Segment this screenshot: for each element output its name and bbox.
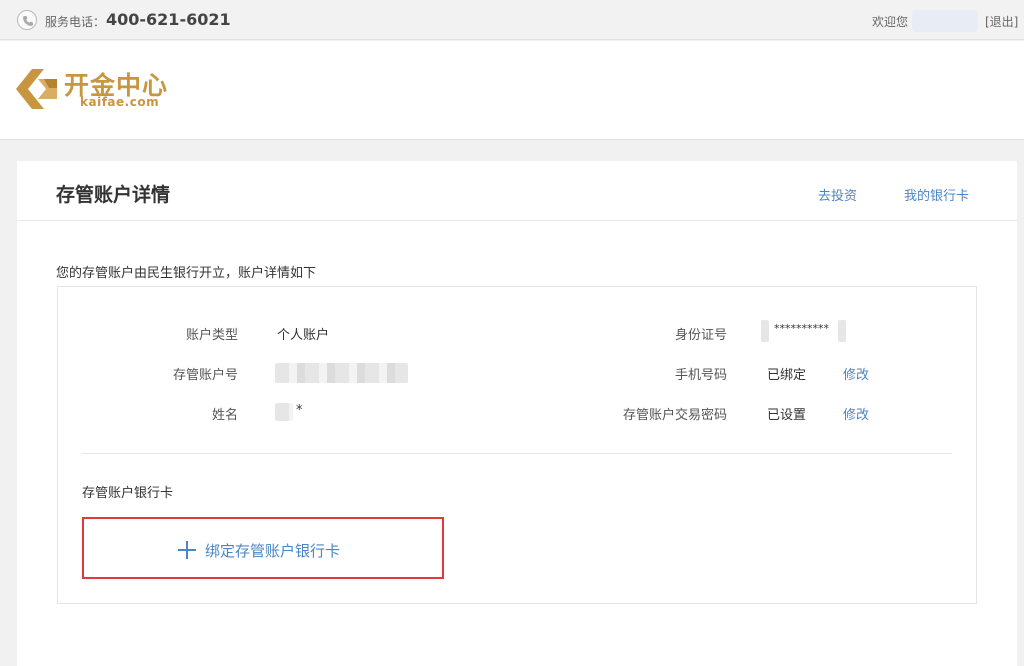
- trade-password-status: 已设置: [767, 408, 807, 423]
- bank-card-section-label: 存管账户银行卡: [82, 486, 174, 501]
- account-info-box: 账户类型 个人账户 存管账户号 姓名 * 身份证号 ********** 手机号…: [57, 286, 977, 604]
- logo-icon[interactable]: [16, 68, 58, 114]
- site-header: 开金中心 kaifae.com: [0, 41, 1024, 140]
- page-title: 存管账户详情: [56, 184, 171, 206]
- id-number-redacted-right: [838, 320, 846, 342]
- edit-trade-password-link[interactable]: 修改: [843, 404, 869, 423]
- name-value: *: [296, 403, 303, 418]
- name-redacted: [275, 403, 293, 421]
- logout-link[interactable]: [退出]: [985, 13, 1018, 30]
- name-label: 姓名: [211, 408, 238, 423]
- bind-bank-card-label: 绑定存管账户银行卡: [205, 542, 341, 560]
- welcome-text: 欢迎您: [872, 15, 909, 29]
- id-number-redacted-left: [761, 320, 769, 342]
- account-type-label: 账户类型: [185, 328, 238, 343]
- phone-label: 手机号码: [674, 368, 727, 383]
- service-phone-label: 服务电话：: [45, 15, 106, 29]
- account-number-redacted: [275, 363, 408, 383]
- intro-text: 您的存管账户由民生银行开立，账户详情如下: [56, 266, 317, 281]
- edit-phone-link[interactable]: 修改: [843, 364, 869, 383]
- phone-icon: [17, 10, 37, 30]
- username-redacted: [912, 10, 978, 32]
- phone-status: 已绑定: [767, 368, 807, 383]
- account-detail-panel: 存管账户详情 去投资 我的银行卡 您的存管账户由民生银行开立，账户详情如下 账户…: [17, 161, 1017, 666]
- bind-bank-card-button[interactable]: 绑定存管账户银行卡: [82, 517, 444, 579]
- trade-password-label: 存管账户交易密码: [622, 408, 727, 423]
- plus-icon: [178, 541, 196, 559]
- id-number-value: **********: [774, 322, 829, 335]
- account-type-value: 个人账户: [277, 328, 330, 343]
- top-bar: 服务电话： 400-621-6021 欢迎您 [退出]: [0, 0, 1024, 40]
- divider: [82, 453, 952, 454]
- panel-header: 存管账户详情 去投资 我的银行卡: [17, 161, 1017, 221]
- id-number-label: 身份证号: [674, 328, 727, 343]
- service-phone-number: 400-621-6021: [106, 10, 231, 29]
- my-bankcard-link[interactable]: 我的银行卡: [904, 185, 969, 204]
- go-invest-link[interactable]: 去投资: [818, 185, 857, 204]
- account-number-label: 存管账户号: [172, 368, 238, 383]
- logo-text-en[interactable]: kaifae.com: [80, 95, 159, 109]
